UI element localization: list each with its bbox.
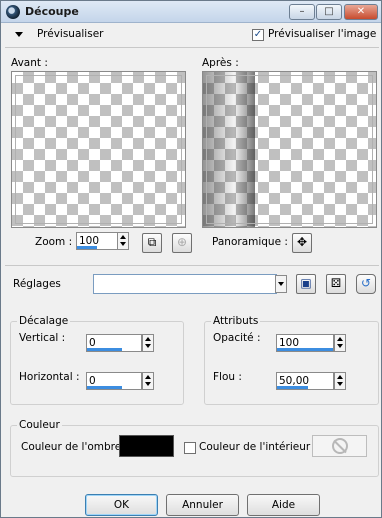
blur-label: Flou : (213, 371, 242, 383)
opacity-slider-fill[interactable] (277, 348, 333, 351)
move-icon: ✥ (296, 235, 308, 249)
zoom-input[interactable]: 100 (76, 232, 118, 250)
shadow-color-label: Couleur de l'ombre : (21, 441, 129, 453)
ok-button[interactable]: OK (85, 494, 158, 516)
save-preset-button[interactable]: ▣ (296, 274, 316, 294)
vertical-slider-fill[interactable] (87, 348, 123, 351)
divider (5, 47, 379, 48)
settings-dropdown-arrow[interactable] (275, 275, 287, 293)
magnifier-icon: ⊕ (176, 235, 188, 249)
disabled-icon (332, 438, 348, 454)
cancel-button[interactable]: Annuler (166, 494, 239, 516)
vertical-input[interactable]: 0 (86, 334, 142, 352)
preview-image-label[interactable]: Prévisualiser l'image (268, 28, 376, 40)
pan-label: Panoramique : (212, 236, 288, 248)
before-preview-pane[interactable] (11, 71, 186, 228)
opacity-spinner-arrows[interactable] (334, 334, 346, 352)
offset-group-title: Décalage (17, 315, 71, 327)
dialog-window: Découpe – □ ✕ Prévisualiser ✓ Prévisuali… (0, 0, 382, 518)
horizontal-slider-fill[interactable] (87, 386, 123, 389)
blur-spinner-arrows[interactable] (334, 372, 346, 390)
title-bar[interactable]: Découpe – □ ✕ (1, 1, 381, 23)
horizontal-spinner-arrows[interactable] (142, 372, 154, 390)
vertical-spinner-arrows[interactable] (142, 334, 154, 352)
close-icon: ✕ (356, 6, 366, 17)
window-title: Découpe (25, 5, 79, 18)
reset-button[interactable]: ↺ (356, 274, 376, 294)
zoom-fit-button[interactable]: ⧉ (142, 233, 162, 253)
before-label: Avant : (11, 57, 48, 69)
reset-arrow-icon: ↺ (360, 276, 372, 290)
zoom-fit-icon: ⧉ (147, 235, 157, 249)
minimize-button[interactable]: – (289, 4, 315, 20)
horizontal-input[interactable]: 0 (86, 372, 142, 390)
blur-slider-fill[interactable] (277, 386, 308, 389)
attributes-group-title: Attributs (211, 315, 261, 327)
vertical-label: Vertical : (19, 332, 66, 344)
interior-color-checkbox[interactable] (184, 442, 196, 454)
opacity-label: Opacité : (213, 332, 261, 344)
random-button[interactable]: ⚄ (326, 274, 346, 294)
zoom-slider-fill[interactable] (77, 246, 97, 249)
after-preview-pane[interactable] (202, 71, 377, 228)
settings-label: Réglages (13, 278, 61, 290)
save-disk-icon: ▣ (300, 276, 312, 290)
minimize-icon: – (299, 6, 305, 17)
preview-image-checkbox[interactable]: ✓ (252, 29, 264, 41)
maximize-button[interactable]: □ (316, 4, 342, 20)
maximize-icon: □ (324, 6, 334, 17)
collapse-preview-arrow-icon[interactable] (15, 32, 23, 37)
settings-dropdown[interactable] (93, 274, 277, 294)
interior-color-swatch[interactable] (312, 435, 367, 457)
dice-icon: ⚄ (330, 276, 342, 290)
zoom-spinner-arrows[interactable] (117, 232, 129, 250)
shadow-color-swatch[interactable] (119, 435, 174, 457)
pan-button[interactable]: ✥ (292, 233, 312, 253)
help-button[interactable]: Aide (247, 494, 320, 516)
opacity-input[interactable]: 100 (276, 334, 334, 352)
after-label: Après : (202, 57, 239, 69)
horizontal-label: Horizontal : (19, 371, 80, 383)
interior-color-label[interactable]: Couleur de l'intérieur : (199, 441, 317, 453)
close-button[interactable]: ✕ (344, 4, 378, 20)
preview-toggle-label[interactable]: Prévisualiser (37, 28, 103, 40)
zoom-label: Zoom : (35, 236, 73, 248)
blur-input[interactable]: 50,00 (276, 372, 334, 390)
color-group-title: Couleur (17, 419, 62, 431)
app-icon (6, 5, 20, 19)
zoom-actual-button[interactable]: ⊕ (172, 233, 192, 253)
